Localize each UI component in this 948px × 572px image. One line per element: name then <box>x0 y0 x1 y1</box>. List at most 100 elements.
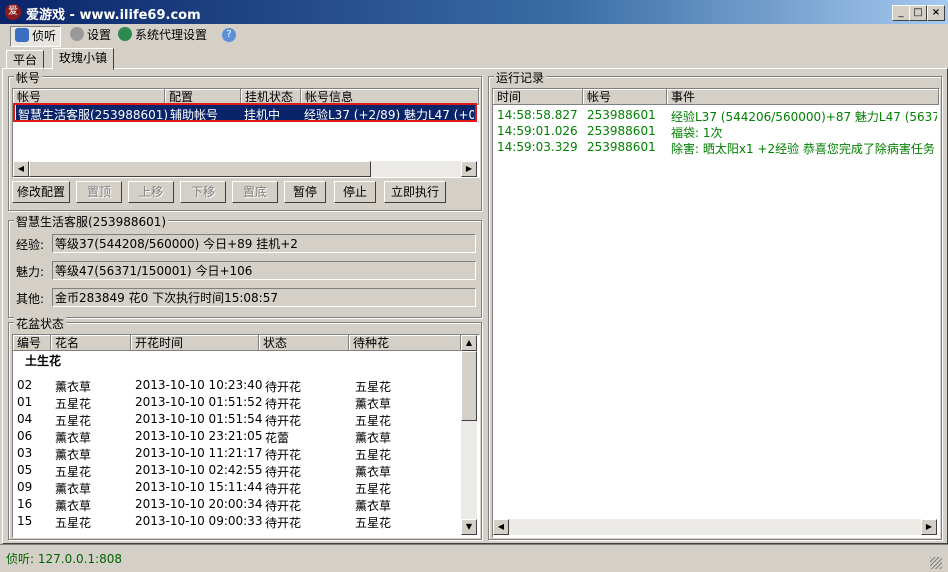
other-label: 其他: <box>16 292 45 306</box>
bloom-time: 2013-10-10 09:00:33 <box>135 514 263 528</box>
pot-number: 06 <box>17 429 33 443</box>
log-time: 14:59:01.026 <box>497 124 578 138</box>
flowerpot-list[interactable]: 编号 花名 开花时间 状态 待种花 土生花 02 薰衣草 2013-10-10 10… <box>12 334 480 538</box>
status-text: 侦听: 127.0.0.1:808 <box>6 552 123 566</box>
table-row[interactable]: 03 薰衣草 2013-10-10 11:21:17 待开花 五星花 <box>13 445 461 462</box>
table-row[interactable]: 06 薰衣草 2013-10-10 23:21:05 花蕾 薰衣草 <box>13 428 461 445</box>
flower-name: 五星花 <box>55 465 92 479</box>
flower-name: 五星花 <box>55 397 92 411</box>
pot-state: 待开花 <box>265 516 302 530</box>
ear-icon <box>15 28 29 42</box>
scroll-right-icon[interactable]: ▶ <box>461 161 477 177</box>
listen-button[interactable]: 侦听 <box>10 26 62 47</box>
col-bloom-time[interactable]: 开花时间 <box>131 335 259 351</box>
col-to-plant[interactable]: 待种花 <box>349 335 461 351</box>
pot-state: 待开花 <box>265 499 302 513</box>
scroll-thumb[interactable] <box>461 351 477 421</box>
col-flower-name[interactable]: 花名 <box>51 335 131 351</box>
bloom-time: 2013-10-10 15:11:44 <box>135 480 263 494</box>
help-icon[interactable]: ? <box>222 28 236 42</box>
col-number[interactable]: 编号 <box>13 335 51 351</box>
charm-field: 等级47(56371/150001) 今日+106 <box>52 261 476 280</box>
table-row[interactable]: 15 五星花 2013-10-10 09:00:33 待开花 五星花 <box>13 513 461 530</box>
bloom-time: 2013-10-10 23:21:05 <box>135 429 263 443</box>
pot-number: 03 <box>17 446 33 460</box>
scroll-right-icon[interactable]: ▶ <box>921 519 937 535</box>
section-title: 土生花 <box>25 354 62 368</box>
listen-label: 侦听 <box>32 29 57 43</box>
table-row[interactable]: 09 薰衣草 2013-10-10 15:11:44 待开花 五星花 <box>13 479 461 496</box>
app-logo-icon: 爱 <box>5 4 21 20</box>
log-list[interactable]: 时间 帐号 事件 14:58:58.827 253988601 经验L37 (544… <box>492 88 940 538</box>
close-button[interactable]: × <box>927 5 945 21</box>
bloom-time: 2013-10-10 01:51:52 <box>135 395 263 409</box>
pot-number: 15 <box>17 514 33 528</box>
pot-state: 待开花 <box>265 448 302 462</box>
next-flower: 五星花 <box>355 516 392 530</box>
log-row[interactable]: 14:59:03.329 253988601 除害: 晒太阳x1 +2经验 恭喜您完… <box>493 139 937 156</box>
tab-rose-town[interactable]: 玫瑰小镇 <box>52 48 115 70</box>
log-hscrollbar[interactable] <box>493 519 937 535</box>
account-group-label: 帐号 <box>14 69 43 86</box>
next-flower: 五星花 <box>355 380 392 394</box>
move-bottom-button[interactable]: 置底 <box>232 181 278 203</box>
flowerpot-group-label: 花盆状态 <box>14 315 67 332</box>
next-flower: 五星花 <box>355 482 392 496</box>
log-time: 14:58:58.827 <box>497 108 578 122</box>
next-flower: 薰衣草 <box>355 431 392 445</box>
col-state[interactable]: 状态 <box>259 335 349 351</box>
log-time: 14:59:03.329 <box>497 140 578 154</box>
log-group-label: 运行记录 <box>494 69 547 86</box>
other-field: 金币283849 花0 下次执行时间15:08:57 <box>52 288 476 307</box>
flower-name: 五星花 <box>55 516 92 530</box>
account-list[interactable]: 帐号 配置 挂机状态 帐号信息 智慧生活客服(253988601) 辅助帐号 挂… <box>12 88 480 178</box>
scroll-left-icon[interactable]: ◀ <box>493 519 509 535</box>
next-flower: 五星花 <box>355 448 392 462</box>
proxy-settings-button[interactable]: 系统代理设置 <box>114 26 211 45</box>
log-row[interactable]: 14:58:58.827 253988601 经验L37 (544206/56000… <box>493 107 937 124</box>
minimize-button[interactable]: _ <box>892 5 910 21</box>
exp-label: 经验: <box>16 238 45 252</box>
status-bar: 侦听: 127.0.0.1:808 <box>0 544 948 572</box>
scroll-up-icon[interactable]: ▲ <box>461 335 477 351</box>
table-row[interactable]: 01 五星花 2013-10-10 01:51:52 待开花 薰衣草 <box>13 394 461 411</box>
table-row[interactable]: 04 五星花 2013-10-10 01:51:54 待开花 五星花 <box>13 411 461 428</box>
log-event: 除害: 晒太阳x1 +2经验 恭喜您完成了除病害任务 <box>671 142 935 156</box>
run-now-button[interactable]: 立即执行 <box>384 181 446 203</box>
table-row[interactable]: 16 薰衣草 2013-10-10 20:00:34 待开花 薰衣草 <box>13 496 461 513</box>
resize-grip-icon[interactable] <box>930 557 942 569</box>
move-top-button[interactable]: 置顶 <box>76 181 122 203</box>
table-row[interactable]: 05 五星花 2013-10-10 02:42:55 待开花 薰衣草 <box>13 462 461 479</box>
log-row[interactable]: 14:59:01.026 253988601 福袋: 1次 <box>493 123 937 140</box>
modify-config-button[interactable]: 修改配置 <box>12 181 70 203</box>
next-flower: 薰衣草 <box>355 397 392 411</box>
exp-field: 等级37(544208/560000) 今日+89 挂机+2 <box>52 234 476 253</box>
settings-button[interactable]: 设置 <box>66 26 115 45</box>
bloom-time: 2013-10-10 01:51:54 <box>135 412 263 426</box>
tab-platform[interactable]: 平台 <box>6 50 45 70</box>
move-up-button[interactable]: 上移 <box>128 181 174 203</box>
col-time[interactable]: 时间 <box>493 89 583 105</box>
stop-button[interactable]: 停止 <box>334 181 376 203</box>
scroll-left-icon[interactable]: ◀ <box>13 161 29 177</box>
flower-name: 薰衣草 <box>55 431 92 445</box>
pot-state: 待开花 <box>265 414 302 428</box>
gear-icon <box>70 27 84 41</box>
globe-icon <box>118 27 132 41</box>
flower-name: 薰衣草 <box>55 448 92 462</box>
next-flower: 薰衣草 <box>355 499 392 513</box>
scroll-thumb[interactable] <box>29 161 371 177</box>
col-event[interactable]: 事件 <box>667 89 939 105</box>
pot-number: 09 <box>17 480 33 494</box>
scroll-down-icon[interactable]: ▼ <box>461 519 477 535</box>
col-log-account[interactable]: 帐号 <box>583 89 667 105</box>
bloom-time: 2013-10-10 10:23:40 <box>135 378 263 392</box>
move-down-button[interactable]: 下移 <box>180 181 226 203</box>
log-account: 253988601 <box>587 140 656 154</box>
pause-button[interactable]: 暂停 <box>284 181 326 203</box>
toolbar: 侦听 设置 系统代理设置 ? <box>0 24 948 48</box>
table-row[interactable]: 02 薰衣草 2013-10-10 10:23:40 待开花 五星花 <box>13 377 461 394</box>
maximize-button[interactable]: □ <box>909 5 927 21</box>
proxy-settings-label: 系统代理设置 <box>135 28 208 42</box>
pot-number: 01 <box>17 395 33 409</box>
